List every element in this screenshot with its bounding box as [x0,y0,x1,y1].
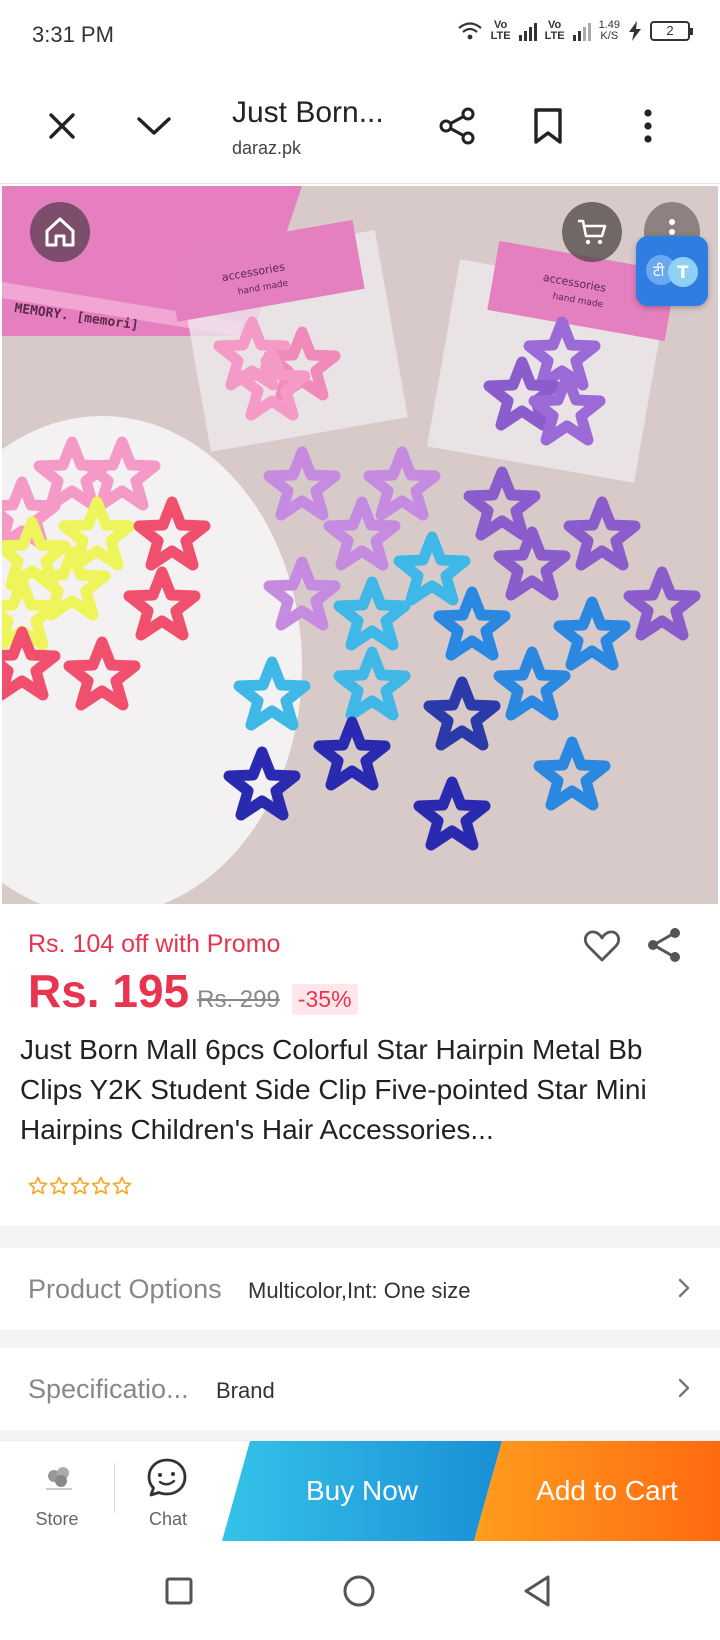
chevron-right-icon [678,1378,690,1398]
more-options-button[interactable] [618,96,678,156]
cart-button[interactable] [562,202,622,262]
add-to-cart-button[interactable]: Add to Cart [474,1441,720,1541]
bookmark-icon [534,108,562,144]
product-image[interactable]: MEMORY. [memori] accessories hand made a… [2,186,718,904]
section-divider [0,1430,720,1440]
svg-text:टी: टी [653,262,666,280]
star-outline-icon [28,1176,48,1195]
status-icons: Vo LTE Vo LTE 1.49 K/S 2 [457,19,693,42]
wifi-icon [457,22,482,40]
price-row: Rs. 195 Rs. 299 -35% [28,964,358,1018]
section-divider [0,1330,720,1348]
svg-text:T: T [677,263,689,283]
product-photo: MEMORY. [memori] accessories hand made a… [2,186,718,904]
system-nav-bar [0,1542,720,1640]
section-divider [0,1226,720,1248]
star-outline-icon [49,1176,69,1195]
share-button[interactable] [428,96,488,156]
bookmark-button[interactable] [518,96,578,156]
product-share-button[interactable] [642,922,688,968]
charging-icon [629,21,641,41]
page-title: Just Born... [232,96,384,129]
heart-icon [584,930,620,962]
close-button[interactable] [32,96,92,156]
back-button[interactable] [514,1568,560,1614]
product-options-row[interactable]: Product Options Multicolor,Int: One size [0,1248,720,1330]
rating-stars[interactable] [28,1176,132,1196]
product-options-label: Product Options [28,1274,222,1304]
home-icon [45,217,75,247]
chat-icon [147,1458,187,1497]
battery-icon: 2 [650,21,693,41]
specifications-row[interactable]: Specificatio... Brand [0,1348,720,1430]
recents-button[interactable] [156,1568,202,1614]
product-title: Just Born Mall 6pcs Colorful Star Hairpi… [20,1034,647,1145]
close-icon [49,113,75,139]
home-nav-button[interactable] [336,1568,382,1614]
bottom-action-bar: Store Chat Buy Now Add to Cart [0,1440,720,1541]
back-triangle-icon [524,1575,550,1607]
volte-badge-2: Vo LTE [544,19,565,42]
store-button[interactable]: Store [0,1441,114,1541]
more-vertical-icon [644,109,652,143]
signal-icon-2 [572,21,591,41]
star-outline-icon [112,1176,132,1195]
promo-text[interactable]: Rs. 104 off with Promo [28,930,280,959]
home-button[interactable] [30,202,90,262]
chat-button[interactable]: Chat [116,1441,220,1541]
chat-label: Chat [148,1509,188,1529]
star-outline-icon [91,1176,111,1195]
network-speed: 1.49 K/S [598,19,620,42]
product-options-value: Multicolor,Int: One size [248,1278,471,1303]
translate-button[interactable]: टी T [636,236,708,306]
browser-header: Just Born... daraz.pk [0,72,720,184]
store-label: Store [35,1509,79,1529]
signal-icon-1 [518,21,537,41]
discount-badge: -35% [291,984,358,1015]
share-icon [648,928,680,962]
collapse-button[interactable] [124,96,184,156]
wishlist-button[interactable] [580,924,624,968]
status-time: 3:31 PM [32,22,114,47]
cart-icon [578,219,607,245]
square-icon [165,1577,193,1605]
status-bar: 3:31 PM Vo LTE Vo LTE 1.49 K/S 2 [0,0,720,72]
buy-now-button[interactable]: Buy Now [222,1441,502,1541]
share-icon [439,107,475,145]
volte-badge-1: Vo LTE [490,19,511,42]
translate-icon: टी T [646,255,698,287]
specifications-value: Brand [216,1378,275,1403]
original-price: Rs. 299 [197,986,280,1013]
circle-icon [343,1575,375,1607]
page-url: daraz.pk [232,138,302,158]
store-logo-icon [46,1467,72,1490]
chevron-down-icon [137,117,171,135]
star-outline-icon [70,1176,90,1195]
action-divider [114,1463,115,1513]
current-price: Rs. 195 [28,965,190,1017]
chevron-right-icon [678,1278,690,1298]
specifications-label: Specificatio... [28,1374,189,1404]
